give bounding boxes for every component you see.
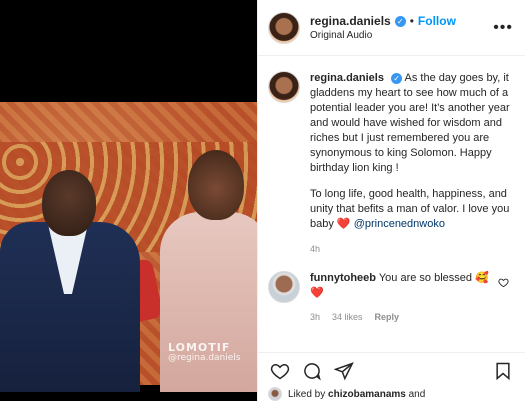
post-header: regina.daniels ✓ • Follow Original Audio…	[258, 0, 525, 56]
action-bar: Liked by chizobamanams and	[258, 352, 525, 401]
comment-icon[interactable]	[300, 359, 324, 383]
caption-body: regina.daniels ✓ As the day goes by, it …	[310, 71, 511, 257]
liker-username[interactable]: chizobamanams	[328, 389, 406, 400]
comment-like-icon[interactable]	[498, 277, 509, 291]
heart-emoji: ❤️	[336, 218, 351, 230]
watermark-brand: LOMOTIF	[168, 341, 231, 354]
heart-icon[interactable]	[268, 359, 292, 383]
watermark-handle: @regina.daniels	[168, 353, 241, 363]
post-view: LOMOTIF @regina.daniels regina.daniels ✓…	[0, 0, 525, 401]
author-avatar[interactable]	[268, 11, 300, 44]
comment-likes[interactable]: 34 likes	[332, 310, 363, 325]
woman-head	[188, 150, 244, 220]
post-caption: regina.daniels ✓ As the day goes by, it …	[268, 71, 511, 257]
liker-avatar[interactable]	[268, 387, 282, 401]
reply-button[interactable]: Reply	[375, 310, 400, 325]
comment-timestamp[interactable]: 3h	[310, 310, 320, 325]
caption-paragraph-2: To long life, good health, happiness, an…	[310, 187, 511, 232]
heart-emoji: ❤️	[310, 287, 324, 299]
bookmark-icon[interactable]	[491, 359, 515, 383]
video-player[interactable]: LOMOTIF @regina.daniels	[0, 0, 257, 401]
comment-text: You are so blessed	[378, 272, 473, 284]
caption-username[interactable]: regina.daniels	[310, 72, 384, 84]
verified-badge-icon: ✓	[391, 73, 403, 84]
comments-section[interactable]: regina.daniels ✓ As the day goes by, it …	[258, 57, 525, 351]
smiling-hearts-emoji: 🥰	[475, 272, 489, 284]
author-row: regina.daniels ✓ • Follow	[310, 14, 493, 28]
caption-avatar[interactable]	[268, 71, 300, 103]
lomotif-watermark: LOMOTIF @regina.daniels	[168, 342, 241, 364]
post-panel: regina.daniels ✓ • Follow Original Audio…	[257, 0, 525, 401]
woman-figure	[160, 212, 257, 392]
mention-link[interactable]: @princenednwoko	[354, 218, 445, 230]
author-info: regina.daniels ✓ • Follow Original Audio	[310, 14, 493, 41]
more-options-icon[interactable]: •••	[493, 19, 513, 37]
liked-by-line: Liked by chizobamanams and	[268, 387, 515, 401]
separator-dot: •	[409, 14, 414, 28]
caption-text-1: As the day goes by, it gladdens my heart…	[310, 72, 510, 174]
liked-suffix[interactable]: and	[409, 389, 426, 400]
verified-badge-icon: ✓	[394, 15, 406, 27]
paper-plane-icon[interactable]	[332, 359, 356, 383]
commenter-avatar[interactable]	[268, 271, 300, 303]
comment-item: funnytoheeb You are so blessed 🥰 ❤️ 3h 34…	[268, 271, 511, 325]
man-head	[42, 170, 96, 236]
commenter-username[interactable]: funnytoheeb	[310, 272, 376, 284]
comment-meta: 3h 34 likes Reply	[310, 310, 500, 325]
caption-timestamp[interactable]: 4h	[310, 242, 511, 257]
author-username[interactable]: regina.daniels	[310, 14, 391, 28]
liked-prefix: Liked by	[288, 388, 326, 400]
audio-label[interactable]: Original Audio	[310, 30, 493, 41]
caption-paragraph-1: regina.daniels ✓ As the day goes by, it …	[310, 71, 511, 176]
follow-button[interactable]: Follow	[418, 14, 456, 28]
action-icons	[268, 359, 515, 383]
comment-body: funnytoheeb You are so blessed 🥰 ❤️ 3h 34…	[310, 271, 500, 325]
